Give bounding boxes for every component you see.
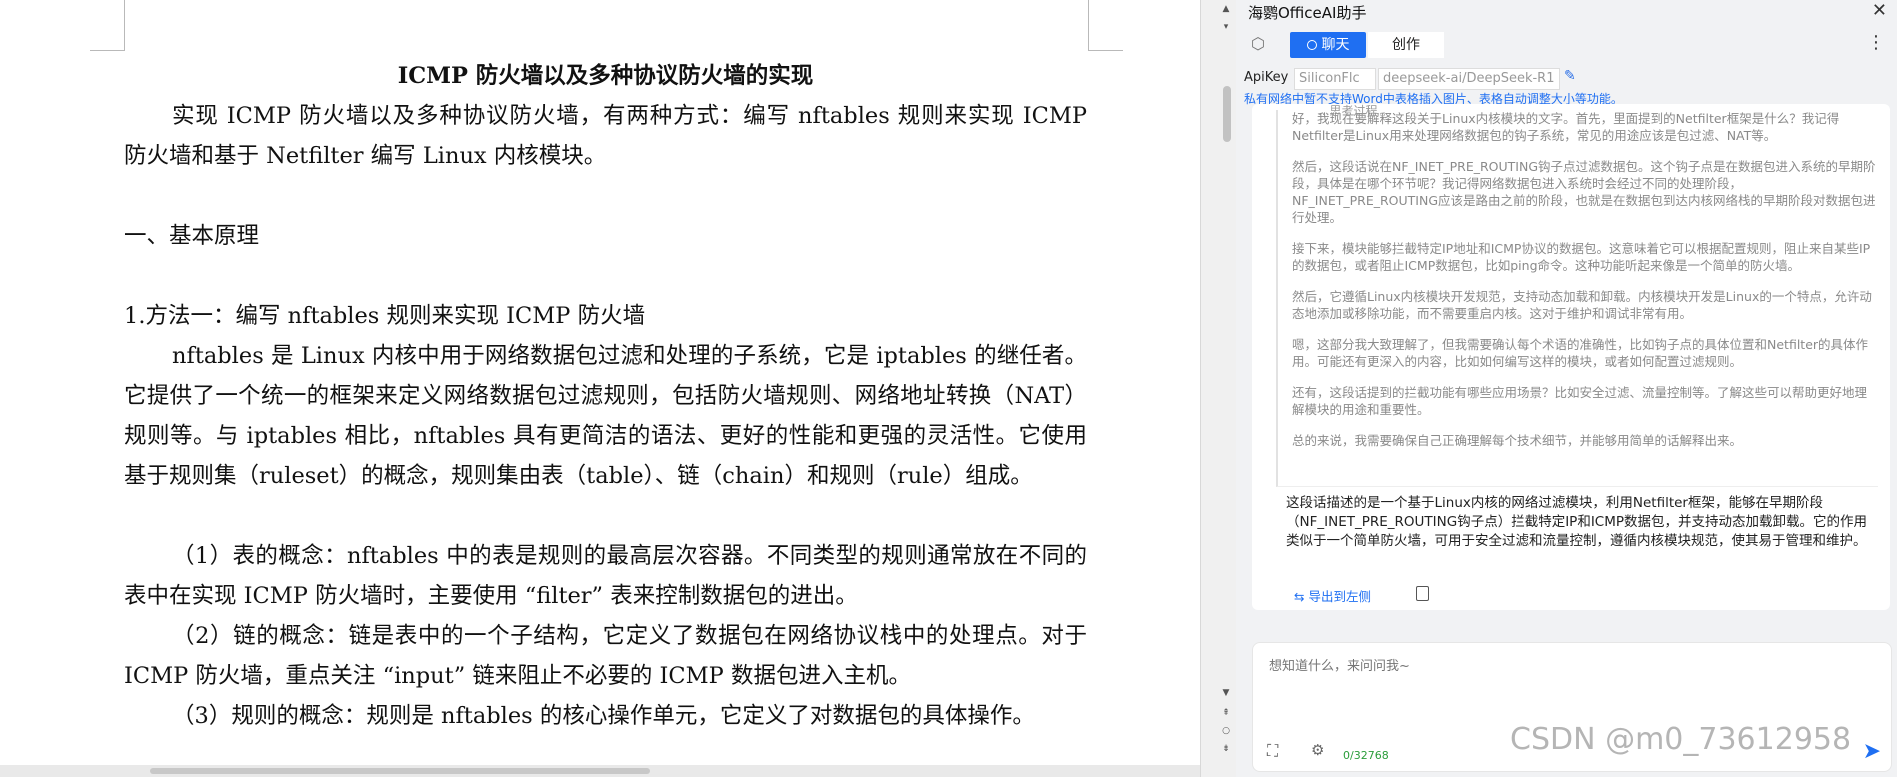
char-counter: 0/32768 bbox=[1343, 749, 1389, 762]
next-page-icon[interactable]: ⇟ bbox=[1219, 742, 1233, 756]
document-subheading: 1.方法一：编写 nftables 规则来实现 ICMP 防火墙 bbox=[124, 303, 646, 329]
prev-page-icon[interactable]: ⇞ bbox=[1219, 706, 1233, 720]
answer-actions: ⇆ 导出到左侧 bbox=[1294, 586, 1429, 606]
edit-icon[interactable]: ✎ bbox=[1564, 68, 1576, 84]
thinking-paragraph: 然后，这段话说在NF_INET_PRE_ROUTING钩子点过滤数据包。这个钩子… bbox=[1292, 159, 1876, 225]
scroll-mark-icon[interactable]: ▾ bbox=[1219, 20, 1233, 34]
select-browse-object-icon[interactable]: ○ bbox=[1219, 724, 1233, 738]
send-icon[interactable]: ➤ bbox=[1863, 739, 1881, 764]
document-paragraph: 实现 ICMP 防火墙以及多种协议防火墙，有两种方式：编写 nftables 规… bbox=[124, 103, 1087, 169]
scroll-up-icon[interactable]: ▲ bbox=[1219, 2, 1233, 16]
thinking-paragraph: 接下来，模块能够拦截特定IP地址和ICMP协议的数据包。这意味着它可以根据配置规… bbox=[1292, 241, 1871, 273]
thinking-paragraph: 然后，它遵循Linux内核模块开发规范，支持动态加载和卸载。内核模块开发是Lin… bbox=[1292, 289, 1872, 321]
chat-history[interactable]: ...思考过程 好，我现在要解释这段关于Linux内核模块的文字。首先，里面提到… bbox=[1252, 104, 1890, 610]
assistant-answer: 这段话描述的是一个基于Linux内核的网络过滤模块，利用Netfilter框架，… bbox=[1286, 495, 1868, 549]
crop-mark-top-left bbox=[90, 0, 125, 51]
ai-assistant-panel: 海鹦OfficeAI助手 ✕ ⬡ 聊天 创作 ⋮ ApiKey SiliconF… bbox=[1236, 0, 1897, 777]
document-paragraph: （2）链的概念：链是表中的一个子结构，它定义了数据包在网络协议栈中的处理点。对于… bbox=[124, 623, 1087, 689]
screenshot-icon[interactable]: ⛶ bbox=[1267, 741, 1285, 760]
api-key-label: ApiKey bbox=[1244, 70, 1289, 85]
panel-title: 海鹦OfficeAI助手 bbox=[1248, 4, 1367, 22]
document-body[interactable]: ICMP 防火墙以及多种协议防火墙的实现 实现 ICMP 防火墙以及多种协议防火… bbox=[124, 54, 1087, 736]
thinking-process: ...思考过程 好，我现在要解释这段关于Linux内核模块的文字。首先，里面提到… bbox=[1276, 104, 1878, 487]
more-options-icon[interactable]: ⋮ bbox=[1867, 32, 1885, 53]
tab-chat-label: 聊天 bbox=[1321, 37, 1350, 53]
tab-create-label: 创作 bbox=[1392, 37, 1420, 53]
thinking-paragraph: 还有，这段话提到的拦截功能有哪些应用场景？比如安全过滤、流量控制等。了解这些可以… bbox=[1292, 385, 1868, 417]
thinking-header: ...思考过程 bbox=[1318, 104, 1378, 118]
document-paragraph: （3）规则的概念：规则是 nftables 的核心操作单元，它定义了对数据包的具… bbox=[172, 703, 1035, 729]
document-title: ICMP 防火墙以及多种协议防火墙的实现 bbox=[397, 63, 814, 89]
chat-input[interactable] bbox=[1267, 653, 1871, 717]
document-paragraph: （1）表的概念：nftables 中的表是规则的最高层次容器。不同类型的规则通常… bbox=[124, 543, 1087, 609]
api-provider-select[interactable]: SiliconFlc bbox=[1294, 68, 1376, 90]
settings-gear-icon[interactable]: ⚙ bbox=[1311, 741, 1329, 759]
horizontal-scrollbar[interactable] bbox=[0, 765, 1200, 777]
export-to-left-button[interactable]: ⇆ 导出到左侧 bbox=[1294, 589, 1371, 604]
tab-chat[interactable]: 聊天 bbox=[1290, 32, 1366, 58]
scroll-down-icon[interactable]: ▼ bbox=[1219, 686, 1233, 700]
crop-mark-top-right bbox=[1088, 0, 1123, 51]
document-page[interactable]: ICMP 防火墙以及多种协议防火墙的实现 实现 ICMP 防火墙以及多种协议防火… bbox=[0, 0, 1200, 777]
tab-create[interactable]: 创作 bbox=[1368, 32, 1444, 58]
copy-icon[interactable] bbox=[1416, 586, 1429, 601]
document-heading: 一、基本原理 bbox=[124, 223, 260, 249]
vertical-scroll-thumb[interactable] bbox=[1223, 86, 1231, 142]
vertical-scrollbar[interactable]: ▲ ▾ ▼ ⇞ ○ ⇟ bbox=[1200, 0, 1237, 777]
cube-icon[interactable]: ⬡ bbox=[1248, 34, 1268, 54]
horizontal-scroll-thumb[interactable] bbox=[150, 768, 650, 774]
watermark: CSDN @m0_73612958 bbox=[1510, 722, 1852, 757]
model-select[interactable]: deepseek-ai/DeepSeek-R1 bbox=[1378, 68, 1560, 90]
chat-bubble-icon bbox=[1306, 40, 1317, 50]
thinking-paragraph: 嗯，这部分我大致理解了，但我需要确认每个术语的准确性，比如钩子点的具体位置和Ne… bbox=[1292, 337, 1869, 369]
export-label: 导出到左侧 bbox=[1308, 589, 1371, 604]
close-icon[interactable]: ✕ bbox=[1872, 0, 1887, 21]
document-paragraph: nftables 是 Linux 内核中用于网络数据包过滤和处理的子系统，它是 … bbox=[124, 343, 1087, 489]
thinking-paragraph: 总的来说，我需要确保自己正确理解每个技术细节，并能够用简单的话解释出来。 bbox=[1292, 433, 1743, 448]
